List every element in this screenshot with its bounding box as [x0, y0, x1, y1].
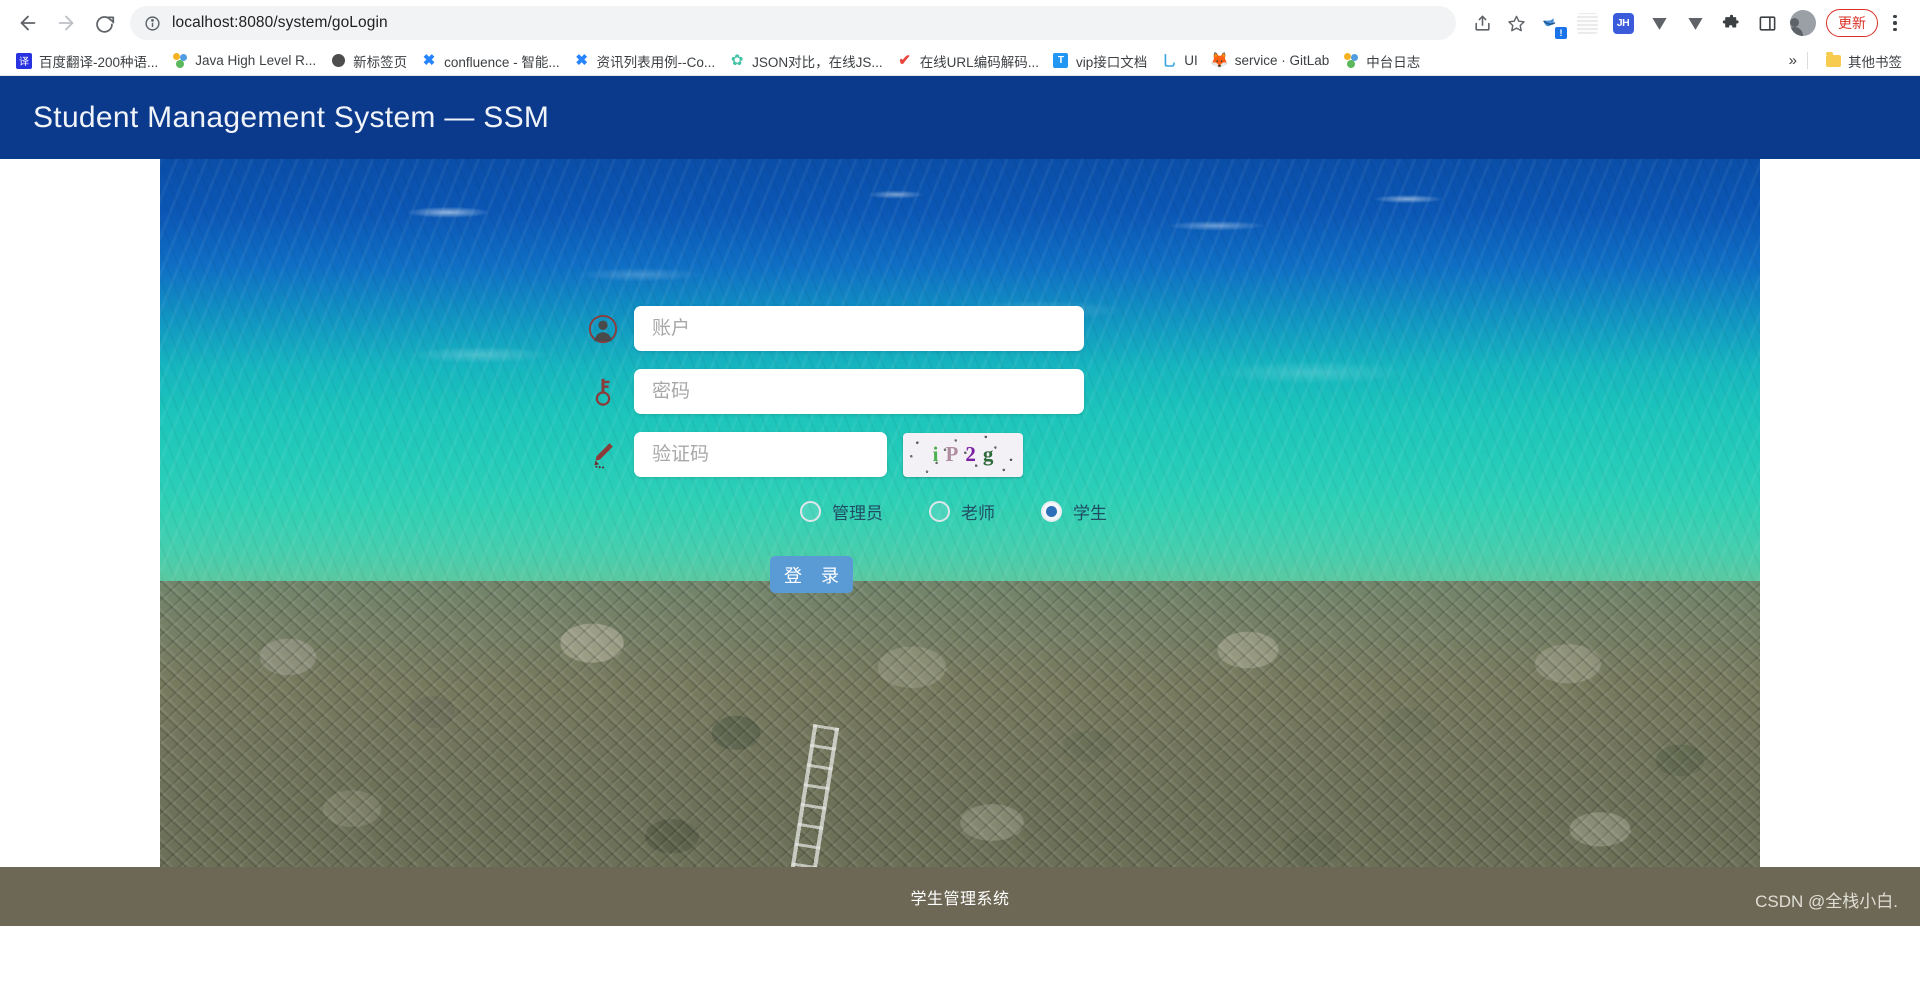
captcha-char-2: P: [945, 442, 959, 466]
bookmark-label: 在线URL编码解码...: [919, 54, 1039, 70]
page-title: Student Management System — SSM: [33, 100, 550, 134]
teambition-icon: T: [1053, 53, 1069, 69]
update-button-label: 更新: [1838, 15, 1866, 31]
role-label-student: 学生: [1073, 504, 1107, 523]
role-option-teacher[interactable]: 老师: [929, 499, 995, 524]
gitlab-icon: 🦊: [1210, 52, 1230, 69]
gear-icon: ✿: [730, 52, 744, 69]
confluence-icon: ✖: [422, 52, 436, 69]
radio-admin[interactable]: [800, 501, 821, 522]
page-footer: 学生管理系统 CSDN @全栈小白.: [0, 867, 1920, 926]
v-extension-icon-2[interactable]: [1681, 9, 1709, 37]
main-stage: i P 2 g 管理员 老师 学生 登 录 学生管理系统 C: [0, 159, 1920, 926]
bookmarks-overflow-icon[interactable]: »: [1789, 52, 1797, 69]
bookmark-label: confluence - 智能...: [444, 54, 560, 70]
bookmark-item-ui[interactable]: 乚 UI: [1154, 50, 1205, 72]
site-info-icon[interactable]: [144, 15, 161, 32]
folder-icon: [1825, 51, 1841, 69]
login-submit-button[interactable]: 登 录: [770, 556, 853, 593]
role-label-teacher: 老师: [961, 504, 995, 523]
forward-button[interactable]: [48, 5, 84, 41]
update-button[interactable]: 更新: [1826, 9, 1878, 37]
watermark: CSDN @全栈小白.: [1755, 892, 1898, 911]
role-option-admin[interactable]: 管理员: [800, 499, 883, 524]
browser-menu-icon[interactable]: [1880, 8, 1910, 38]
check-icon: ✔: [898, 52, 911, 69]
password-field-row: [588, 369, 1084, 414]
dot-icon: [330, 53, 346, 69]
captcha-char-1: i: [932, 442, 939, 466]
captcha-char-4: g: [982, 442, 994, 466]
bookmark-label: 资讯列表用例--Co...: [596, 54, 716, 70]
bookmarks-divider: [1807, 52, 1808, 69]
bookmark-label: vip接口文档: [1075, 54, 1148, 70]
v-extension-icon-1[interactable]: [1645, 9, 1673, 37]
bookmarks-overflow-group: » 其他书签: [1789, 48, 1911, 74]
password-input[interactable]: [634, 369, 1084, 414]
captcha-char-3: 2: [965, 442, 976, 466]
bookmark-item-new-tab[interactable]: 新标签页: [323, 48, 414, 74]
confluence-icon: ✖: [575, 52, 588, 69]
role-label-admin: 管理员: [832, 504, 883, 523]
bookmark-item-url-encode[interactable]: ✔ 在线URL编码解码...: [890, 48, 1046, 74]
other-bookmarks-label: 其他书签: [1848, 54, 1902, 70]
reload-button[interactable]: [86, 5, 122, 41]
role-radio-group: 管理员 老师 学生: [800, 499, 1107, 524]
login-form: i P 2 g 管理员 老师 学生 登 录: [0, 159, 1920, 926]
captcha-field-row: i P 2 g: [588, 432, 1023, 477]
browser-chrome: localhost:8080/system/goLogin ! JH 更新 译 …: [0, 0, 1920, 76]
people-icon: [172, 52, 188, 69]
jh-extension-icon[interactable]: JH: [1609, 9, 1637, 37]
pencil-icon: [588, 440, 618, 470]
bookmark-item-confluence[interactable]: ✖ confluence - 智能...: [414, 48, 567, 74]
bookmark-item-baidu-translate[interactable]: 译 百度翻译-200种语...: [9, 48, 165, 74]
baidu-translate-icon: 译: [16, 52, 32, 69]
jh-extension-label: JH: [1612, 12, 1634, 34]
bookmark-label: UI: [1184, 53, 1198, 68]
bookmark-item-java-high-level[interactable]: Java High Level R...: [165, 50, 323, 72]
app-header: Student Management System — SSM: [0, 76, 1920, 159]
captcha-image[interactable]: i P 2 g: [903, 432, 1023, 477]
share-icon[interactable]: [1466, 7, 1498, 39]
profile-avatar-icon[interactable]: [1789, 9, 1817, 37]
role-option-student[interactable]: 学生: [1041, 499, 1107, 524]
bookmarks-bar: 译 百度翻译-200种语... Java High Level R... 新标签…: [0, 46, 1920, 76]
bookmark-item-midplatform-log[interactable]: 中台日志: [1336, 48, 1427, 74]
radio-student[interactable]: [1041, 501, 1062, 522]
bookmark-item-news-list-case[interactable]: ✖ 资讯列表用例--Co...: [567, 48, 723, 74]
radio-teacher[interactable]: [929, 501, 950, 522]
bookmark-label: Java High Level R...: [195, 53, 317, 68]
bookmark-item-gitlab[interactable]: 🦊 service · GitLab: [1205, 50, 1337, 72]
browser-toolbar: localhost:8080/system/goLogin ! JH 更新: [0, 0, 1920, 46]
bookmark-star-icon[interactable]: [1500, 7, 1532, 39]
address-bar-text: localhost:8080/system/goLogin: [172, 14, 388, 31]
back-button[interactable]: [10, 5, 46, 41]
account-field-row: [588, 306, 1084, 351]
address-bar[interactable]: localhost:8080/system/goLogin: [130, 6, 1456, 40]
footer-title: 学生管理系统: [910, 890, 1010, 908]
people-icon: [1343, 52, 1359, 69]
bird-extension-icon[interactable]: !: [1537, 9, 1567, 39]
account-input[interactable]: [634, 306, 1084, 351]
side-panel-icon[interactable]: [1753, 9, 1781, 37]
bookmark-label: 新标签页: [353, 54, 408, 70]
captcha-input[interactable]: [634, 432, 887, 477]
user-circle-icon: [588, 314, 618, 344]
ui-icon: 乚: [1162, 52, 1177, 69]
bookmark-label: JSON对比，在线JS...: [752, 54, 883, 70]
bookmark-item-vip-api-doc[interactable]: T vip接口文档: [1046, 48, 1154, 74]
bookmark-label: 中台日志: [1366, 54, 1421, 70]
bookmark-label: service · GitLab: [1234, 53, 1330, 68]
qr-extension-icon[interactable]: [1573, 9, 1601, 37]
other-bookmarks-button[interactable]: 其他书签: [1818, 48, 1909, 74]
key-icon: [588, 377, 618, 407]
bookmark-item-json-compare[interactable]: ✿ JSON对比，在线JS...: [722, 48, 890, 74]
extensions-puzzle-icon[interactable]: [1717, 9, 1745, 37]
bookmark-label: 百度翻译-200种语...: [39, 54, 159, 70]
